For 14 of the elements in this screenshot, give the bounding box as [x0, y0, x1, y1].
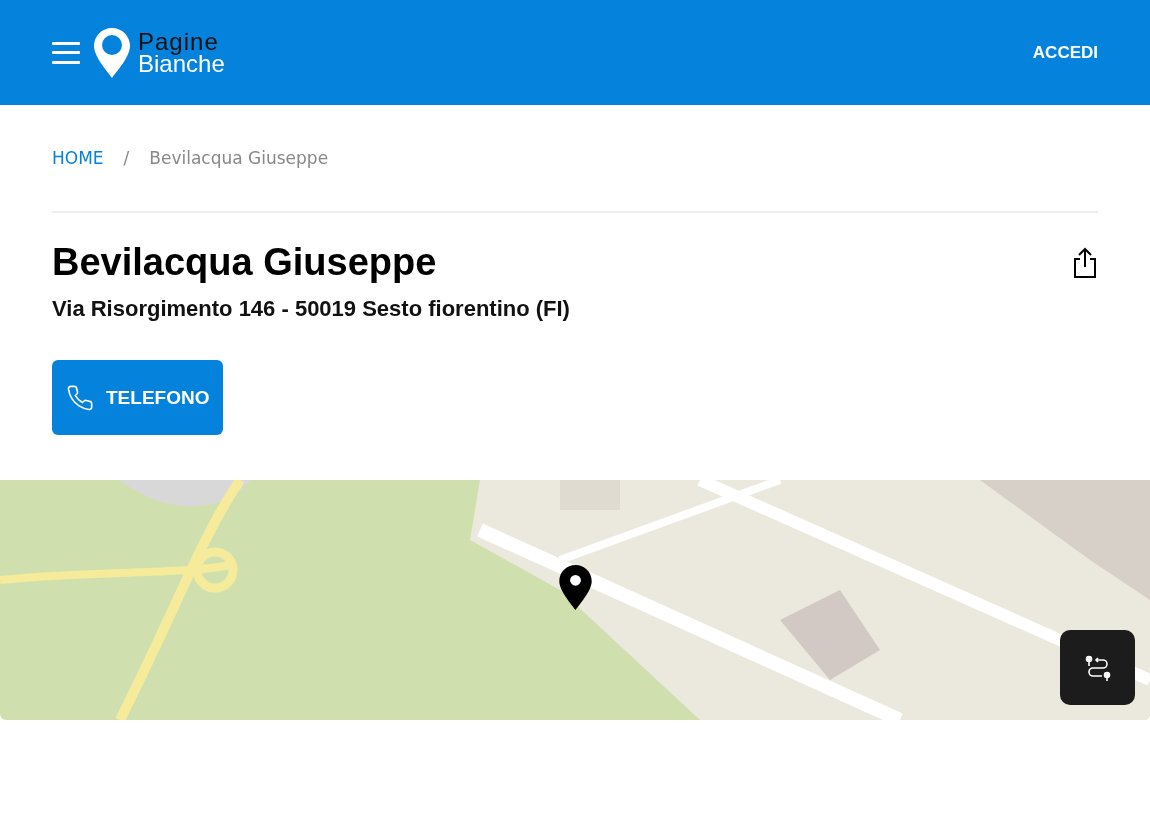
map-pin-icon	[559, 565, 592, 610]
breadcrumb-item: Bevilacqua Giuseppe	[149, 148, 329, 168]
phone-button[interactable]: TELEFONO	[52, 360, 224, 435]
directions-button[interactable]	[1060, 630, 1135, 705]
breadcrumb-link[interactable]: HOME	[52, 148, 104, 168]
breadcrumb-item: /	[123, 148, 130, 168]
phone-icon	[66, 383, 94, 412]
map-pin-icon	[94, 27, 130, 78]
listing-title: Bevilacqua Giuseppe	[52, 241, 437, 284]
listing-address: Via Risorgimento 146 - 50019 Sesto fiorentino (FI)	[52, 296, 571, 322]
logo[interactable]: Pagine Bianche	[94, 27, 225, 78]
share-icon[interactable]	[1072, 247, 1098, 279]
menu-button[interactable]	[52, 41, 80, 64]
login-link[interactable]: ACCEDI	[1032, 42, 1098, 63]
